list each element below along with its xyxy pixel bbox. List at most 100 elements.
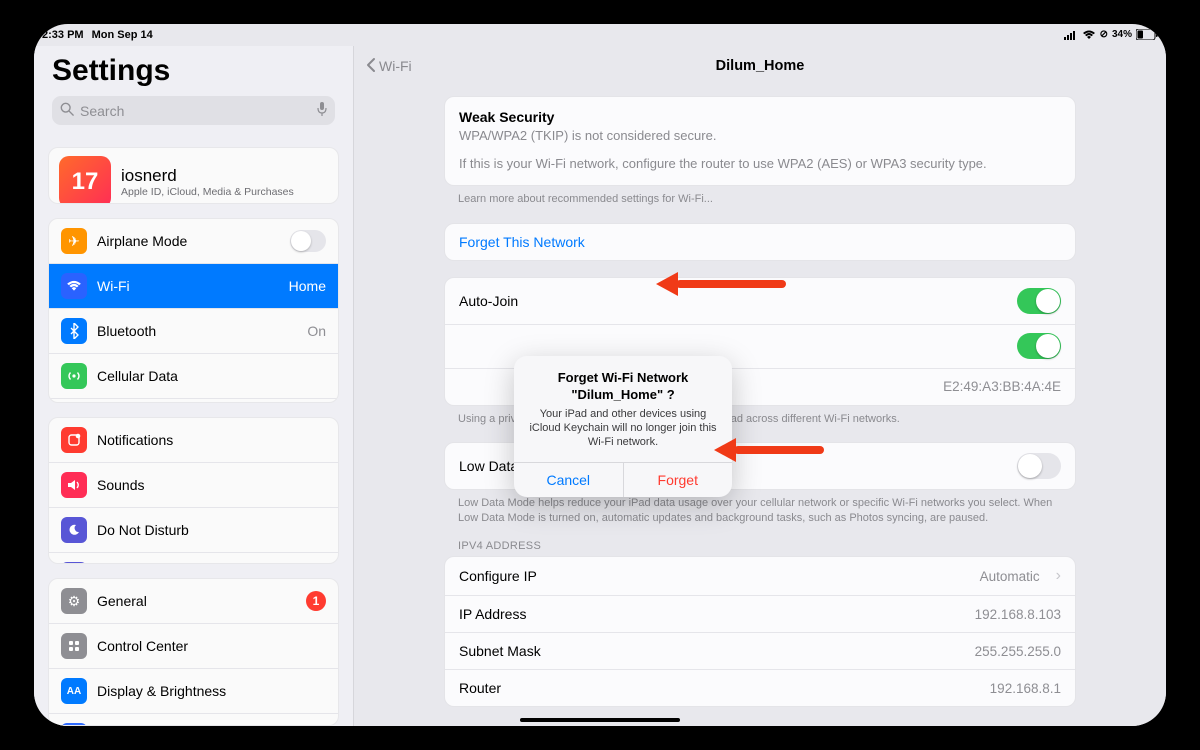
dialog-message: Your iPad and other devices using iCloud…: [526, 407, 720, 450]
cellular-icon: [61, 363, 87, 389]
wifi-icon: [1082, 29, 1096, 40]
auto-join-toggle[interactable]: [1017, 288, 1061, 314]
account-sub: Apple ID, iCloud, Media & Purchases: [121, 186, 294, 198]
gear-icon: ⚙: [61, 588, 87, 614]
forget-network-card: Forget This Network: [444, 223, 1076, 261]
weak-security-title: Weak Security: [445, 97, 1075, 127]
airplane-icon: ✈: [61, 228, 87, 254]
row-label: Router: [459, 680, 980, 696]
ipv4-header: IPV4 ADDRESS: [444, 526, 1076, 556]
detail-pane: Wi-Fi Dilum_Home Weak Security WPA/WPA2 …: [354, 46, 1166, 726]
weak-security-line2: If this is your Wi-Fi network, configure…: [445, 155, 1075, 185]
back-button[interactable]: Wi-Fi: [366, 57, 412, 76]
connectivity-group: ✈ Airplane Mode Wi-Fi Home: [48, 218, 339, 402]
row-label: Configure IP: [459, 568, 970, 584]
sidebar-item-notifications[interactable]: Notifications: [49, 418, 338, 463]
battery-icon: [1136, 29, 1158, 40]
learn-more-link[interactable]: Learn more about recommended settings fo…: [444, 186, 1076, 207]
home-indicator[interactable]: [520, 718, 680, 722]
hourglass-icon: [61, 562, 87, 565]
sidebar-item-value: On: [307, 323, 326, 339]
configure-ip-row[interactable]: Configure IP Automatic ›: [445, 557, 1075, 596]
sidebar-item-sounds[interactable]: Sounds: [49, 463, 338, 508]
sidebar-item-label: Sounds: [97, 477, 326, 493]
search-placeholder: Search: [80, 103, 311, 119]
battery-percent: 34%: [1112, 29, 1132, 40]
sidebar-item-value: Home: [289, 278, 326, 294]
ipad-frame: 2:33 PM Mon Sep 14 ⊘ 34%: [20, 10, 1180, 740]
general-group: ⚙ General 1 Control Center AA Display & …: [48, 578, 339, 726]
airplane-toggle[interactable]: [290, 230, 326, 252]
auto-join-row[interactable]: Auto-Join: [445, 278, 1075, 325]
sidebar-item-wifi[interactable]: Wi-Fi Home: [49, 264, 338, 309]
cellular-signal-icon: [1064, 29, 1078, 40]
rotation-lock-icon: ⊘: [1100, 29, 1108, 40]
search-input[interactable]: Search: [52, 96, 335, 125]
private-address-toggle[interactable]: [1017, 333, 1061, 359]
sidebar-item-label: General: [97, 593, 296, 609]
sidebar-item-label: Airplane Mode: [97, 233, 280, 249]
row-label: IP Address: [459, 606, 965, 622]
weak-security-line1: WPA/WPA2 (TKIP) is not considered secure…: [445, 127, 1075, 155]
low-data-toggle[interactable]: [1017, 453, 1061, 479]
sidebar-item-hotspot[interactable]: Personal Hotspot Off: [49, 399, 338, 402]
sidebar-item-homescreen[interactable]: Home Screen & Dock: [49, 714, 338, 726]
notifications-group: Notifications Sounds Do Not Disturb: [48, 417, 339, 565]
row-value: Automatic: [980, 569, 1040, 584]
detail-header: Wi-Fi Dilum_Home: [354, 46, 1166, 86]
badge: 1: [306, 591, 326, 611]
router-row: Router 192.168.8.1: [445, 670, 1075, 706]
row-value: 192.168.8.103: [975, 607, 1061, 622]
bluetooth-icon: [61, 318, 87, 344]
settings-sidebar: Settings Search 17: [34, 46, 354, 726]
forget-label: Forget This Network: [459, 234, 1061, 250]
account-group: 17 iosnerd Apple ID, iCloud, Media & Pur…: [48, 147, 339, 204]
sidebar-item-label: Wi-Fi: [97, 278, 279, 294]
search-icon: [60, 102, 74, 119]
status-time: 2:33 PM: [42, 29, 84, 41]
sidebar-item-airplane[interactable]: ✈ Airplane Mode: [49, 219, 338, 264]
sounds-icon: [61, 472, 87, 498]
status-bar: 2:33 PM Mon Sep 14 ⊘ 34%: [34, 24, 1166, 46]
sidebar-item-label: Notifications: [97, 432, 326, 448]
sidebar-item-display[interactable]: AA Display & Brightness: [49, 669, 338, 714]
moon-icon: [61, 517, 87, 543]
forget-dialog: Forget Wi-Fi Network "Dilum_Home" ? Your…: [514, 356, 732, 497]
sidebar-item-cellular[interactable]: Cellular Data: [49, 354, 338, 399]
detail-title: Dilum_Home: [716, 58, 805, 74]
sidebar-item-general[interactable]: ⚙ General 1: [49, 579, 338, 624]
avatar: 17: [59, 156, 111, 204]
status-date: Mon Sep 14: [92, 29, 153, 41]
sidebar-item-screentime[interactable]: Screen Time: [49, 553, 338, 565]
sidebar-item-label: Cellular Data: [97, 368, 326, 384]
dialog-title: Forget Wi-Fi Network "Dilum_Home" ?: [526, 370, 720, 404]
page-title: Settings: [52, 54, 335, 88]
mic-icon[interactable]: [317, 102, 327, 119]
apple-id-row[interactable]: 17 iosnerd Apple ID, iCloud, Media & Pur…: [49, 148, 338, 204]
account-name: iosnerd: [121, 166, 294, 186]
auto-join-label: Auto-Join: [459, 293, 1007, 309]
display-icon: AA: [61, 678, 87, 704]
chevron-right-icon: ›: [1056, 567, 1061, 585]
homescreen-icon: [61, 723, 87, 726]
ipv4-card: Configure IP Automatic › IP Address 192.…: [444, 556, 1076, 707]
wifi-icon: [61, 273, 87, 299]
subnet-mask-row: Subnet Mask 255.255.255.0: [445, 633, 1075, 670]
forget-button[interactable]: Forget: [624, 463, 733, 497]
row-value: 192.168.8.1: [990, 681, 1061, 696]
sidebar-item-label: Display & Brightness: [97, 683, 326, 699]
back-label: Wi-Fi: [379, 58, 412, 74]
sidebar-item-bluetooth[interactable]: Bluetooth On: [49, 309, 338, 354]
wifi-address-value: E2:49:A3:BB:4A:4E: [943, 379, 1061, 394]
notifications-icon: [61, 427, 87, 453]
sidebar-item-controlcenter[interactable]: Control Center: [49, 624, 338, 669]
sidebar-item-dnd[interactable]: Do Not Disturb: [49, 508, 338, 553]
row-label: Subnet Mask: [459, 643, 965, 659]
row-value: 255.255.255.0: [975, 644, 1061, 659]
sidebar-item-label: Do Not Disturb: [97, 522, 326, 538]
weak-security-card: Weak Security WPA/WPA2 (TKIP) is not con…: [444, 96, 1076, 186]
cancel-button[interactable]: Cancel: [514, 463, 624, 497]
forget-network-button[interactable]: Forget This Network: [445, 224, 1075, 260]
sidebar-item-label: Bluetooth: [97, 323, 297, 339]
sidebar-item-label: Control Center: [97, 638, 326, 654]
